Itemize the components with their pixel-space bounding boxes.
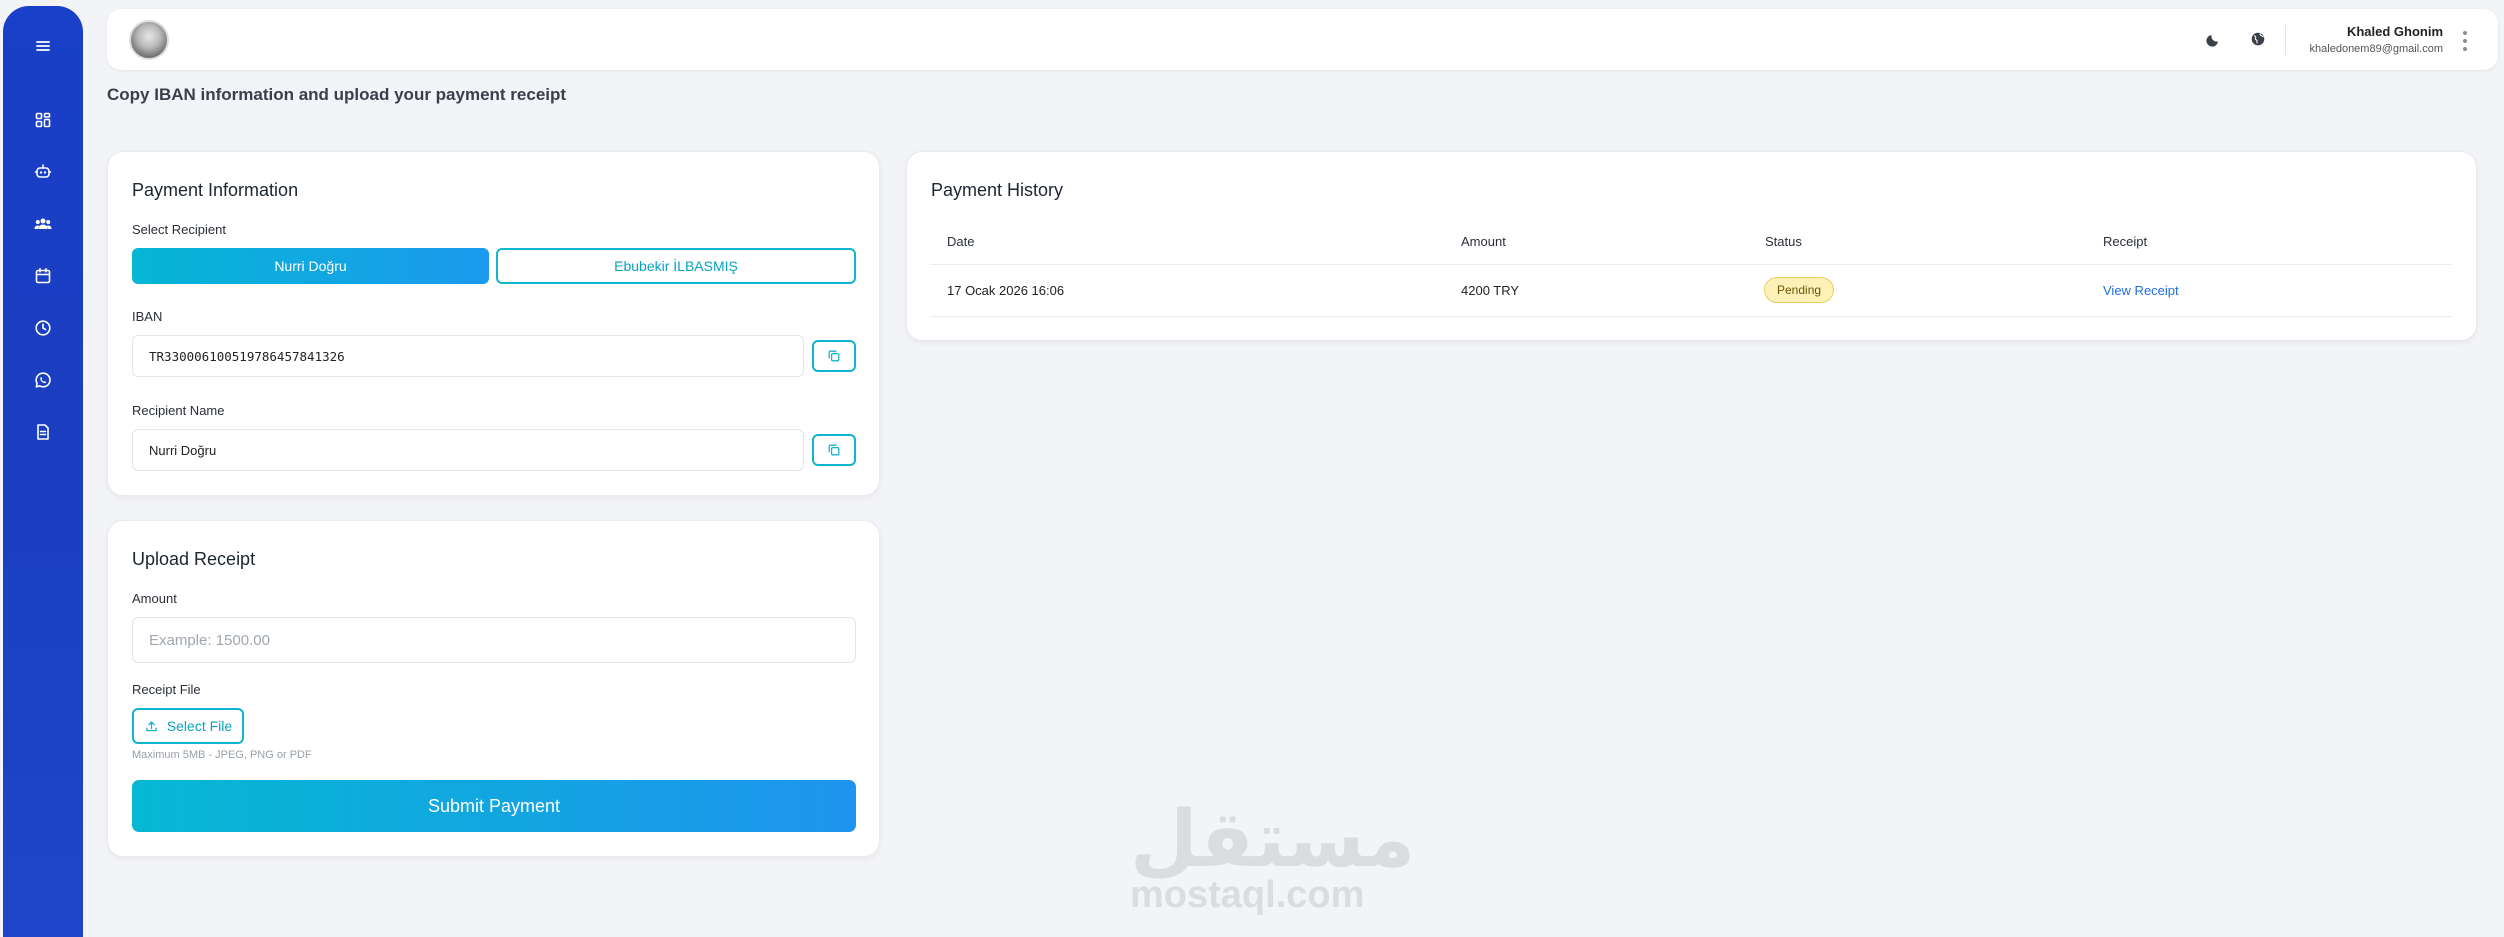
watermark-logo-latin: mostaql.com xyxy=(1130,874,1365,916)
row-amount: 4200 TRY xyxy=(1461,283,1520,298)
page-subtitle: Copy IBAN information and upload your pa… xyxy=(107,85,567,104)
user-name: Khaled Ghonim xyxy=(2346,24,2443,39)
iban-label: IBAN xyxy=(132,309,163,324)
copy-iban-button[interactable] xyxy=(812,340,856,372)
file-hint: Maximum 5MB - JPEG, PNG or PDF xyxy=(132,749,312,761)
calendar-icon[interactable] xyxy=(3,261,83,291)
table-divider xyxy=(931,264,2452,265)
recipient-name-label: Recipient Name xyxy=(132,403,225,418)
card-title: Payment Information xyxy=(132,180,299,200)
column-header-receipt: Receipt xyxy=(2103,234,2148,249)
upload-receipt-card: Upload Receipt Amount Receipt File Selec… xyxy=(107,520,880,857)
view-receipt-link[interactable]: View Receipt xyxy=(2103,283,2179,298)
select-file-button[interactable]: Select File xyxy=(132,708,244,744)
watermark-logo-arabic: مستقل xyxy=(1130,795,1416,885)
submit-payment-button[interactable]: Submit Payment xyxy=(132,780,856,832)
table-divider xyxy=(931,316,2452,317)
copy-recipient-name-button[interactable] xyxy=(812,434,856,466)
menu-icon[interactable] xyxy=(3,31,83,61)
sidebar xyxy=(3,6,83,937)
moon-icon[interactable] xyxy=(2202,27,2226,51)
users-icon[interactable] xyxy=(3,209,83,239)
amount-input[interactable] xyxy=(132,617,856,663)
card-title: Upload Receipt xyxy=(132,549,256,569)
receipt-file-label: Receipt File xyxy=(132,682,201,697)
column-header-amount: Amount xyxy=(1461,234,1506,249)
document-icon[interactable] xyxy=(3,417,83,447)
select-recipient-label: Select Recipient xyxy=(132,222,226,237)
globe-icon[interactable] xyxy=(2246,27,2270,51)
recipient-name-field[interactable]: Nurri Doğru xyxy=(132,429,804,471)
payment-history-card: Payment History Date Amount Status Recei… xyxy=(906,151,2477,341)
whatsapp-icon[interactable] xyxy=(3,365,83,395)
more-vertical-icon[interactable] xyxy=(2462,31,2468,51)
column-header-date: Date xyxy=(947,234,975,249)
user-email: khaledonem89@gmail.com xyxy=(2309,43,2443,55)
header-divider xyxy=(2285,25,2286,55)
recipient-name-value: Nurri Doğru xyxy=(149,442,217,458)
recipient-button-ebubekir[interactable]: Ebubekir İLBASMIŞ xyxy=(496,248,856,284)
iban-field[interactable]: TR330006100519786457841326 xyxy=(132,335,804,377)
dashboard-icon[interactable] xyxy=(3,105,83,135)
robot-icon[interactable] xyxy=(3,157,83,187)
clock-icon[interactable] xyxy=(3,313,83,343)
copy-icon xyxy=(828,350,840,362)
status-badge: Pending xyxy=(1764,277,1835,303)
select-file-label: Select File xyxy=(166,718,233,734)
row-date: 17 Ocak 2026 16:06 xyxy=(947,283,1065,298)
top-header: Khaled Ghonim khaledonem89@gmail.com xyxy=(107,9,2498,70)
avatar[interactable] xyxy=(129,20,169,60)
upload-icon xyxy=(146,720,157,731)
iban-value: TR330006100519786457841326 xyxy=(149,348,345,364)
card-title: Payment History xyxy=(931,180,1064,200)
payment-information-card: Payment Information Select Recipient Nur… xyxy=(107,151,880,496)
recipient-button-nurri[interactable]: Nurri Doğru xyxy=(132,248,489,284)
amount-label: Amount xyxy=(132,591,177,606)
column-header-status: Status xyxy=(1765,234,1802,249)
copy-icon xyxy=(828,444,840,456)
